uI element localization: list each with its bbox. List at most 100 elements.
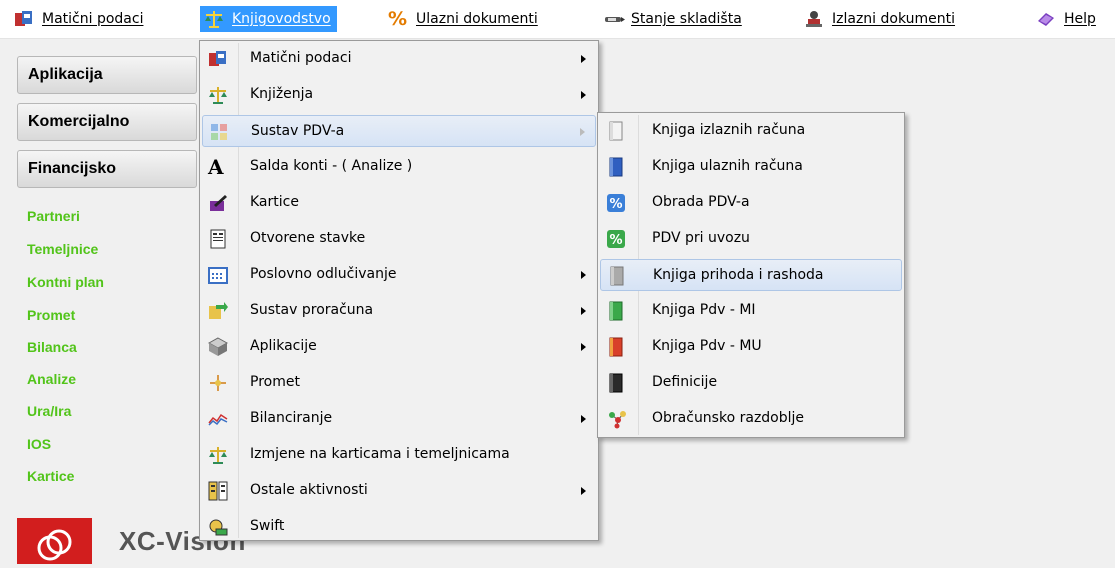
- menu-item-label: Aplikacije: [250, 338, 317, 354]
- submenu-item-pdv-pri-uvozu[interactable]: % PDV pri uvozu: [600, 223, 902, 255]
- menu-label: Izlazni dokumenti: [832, 11, 956, 27]
- menu-item-label: Bilanciranje: [250, 410, 333, 426]
- menu-bar: Matični podaci Knjigovodstvo % Ulazni do…: [0, 0, 1115, 39]
- percent-green-icon: %: [606, 229, 626, 249]
- sidebar-link-temeljnice[interactable]: Temeljnice: [27, 241, 98, 257]
- menu-label: Stanje skladišta: [631, 11, 742, 27]
- knjigovodstvo-menu: Matični podaci Knjiženja Sustav PDV-a A …: [199, 40, 599, 541]
- menu-item-ostale-aktivnosti[interactable]: Ostale aktivnosti: [202, 475, 596, 507]
- section-financijsko[interactable]: Financijsko: [17, 150, 197, 188]
- sidebar-link-kartice[interactable]: Kartice: [27, 468, 74, 484]
- sidebar-link-ios[interactable]: IOS: [27, 436, 51, 452]
- submenu-arrow-icon: [581, 55, 586, 63]
- book-red-icon: [606, 337, 626, 357]
- menu-stanje-skladista[interactable]: Stanje skladišta: [603, 6, 742, 32]
- cards-icon: [14, 9, 34, 29]
- pen-card-icon: [208, 193, 228, 213]
- menu-item-otvorene-stavke[interactable]: Otvorene stavke: [202, 223, 596, 255]
- svg-text:%: %: [609, 233, 622, 248]
- book-icon: [1036, 9, 1056, 29]
- menu-item-label: Knjiga Pdv - MI: [652, 302, 756, 318]
- submenu-item-definicije[interactable]: Definicije: [600, 367, 902, 399]
- submenu-item-knjiga-izlaznih[interactable]: Knjiga izlaznih računa: [600, 115, 902, 147]
- submenu-arrow-icon: [580, 128, 585, 136]
- menu-label: Ulazni dokumenti: [416, 11, 538, 27]
- scales-icon: [208, 445, 228, 465]
- menu-ulazni-dokumenti[interactable]: % Ulazni dokumenti: [388, 6, 538, 32]
- sidebar-link-analize[interactable]: Analize: [27, 371, 76, 387]
- submenu-arrow-icon: [581, 271, 586, 279]
- submenu-arrow-icon: [581, 487, 586, 495]
- menu-item-label: Knjiga prihoda i rashoda: [653, 267, 824, 283]
- submenu-item-obracunsko-razdoblje[interactable]: Obračunsko razdoblje: [600, 403, 902, 435]
- logo-mark: [17, 518, 92, 564]
- submenu-item-knjiga-ulaznih[interactable]: Knjiga ulaznih računa: [600, 151, 902, 183]
- menu-item-label: Promet: [250, 374, 300, 390]
- box-icon: [207, 337, 229, 357]
- menu-item-label: Knjiga Pdv - MU: [652, 338, 762, 354]
- menu-item-bilanciranje[interactable]: Bilanciranje: [202, 403, 596, 435]
- pen-icon: [603, 9, 625, 29]
- sidebar-link-promet[interactable]: Promet: [27, 307, 75, 323]
- book-grey-icon: [607, 266, 627, 286]
- svg-text:%: %: [609, 197, 622, 212]
- section-komercijalno[interactable]: Komercijalno: [17, 103, 197, 141]
- section-label: Financijsko: [28, 160, 117, 177]
- menu-item-swift[interactable]: Swift: [202, 511, 596, 543]
- book-blue-icon: [606, 157, 626, 177]
- menu-item-sustav-pdv[interactable]: Sustav PDV-a: [202, 115, 596, 147]
- section-aplikacija[interactable]: Aplikacija: [17, 56, 197, 94]
- section-label: Komercijalno: [28, 113, 130, 130]
- menu-item-label: Salda konti - ( Analize ): [250, 158, 413, 174]
- document-icon: [208, 229, 228, 249]
- menu-item-aplikacije[interactable]: Aplikacije: [202, 331, 596, 363]
- menu-item-label: Matični podaci: [250, 50, 352, 66]
- menu-item-label: Sustav proračuna: [250, 302, 374, 318]
- submenu-arrow-icon: [581, 307, 586, 315]
- scales-icon: [208, 85, 228, 105]
- menu-item-sustav-proracuna[interactable]: Sustav proračuna: [202, 295, 596, 327]
- menu-label: Matični podaci: [42, 11, 144, 27]
- sidebar-link-kontni-plan[interactable]: Kontni plan: [27, 274, 104, 290]
- submenu-item-obrada-pdv[interactable]: % Obrada PDV-a: [600, 187, 902, 219]
- grid-icon: [209, 122, 229, 142]
- molecule-icon: [606, 409, 626, 429]
- cards-icon: [208, 49, 228, 69]
- menu-item-maticni-podaci[interactable]: Matični podaci: [202, 43, 596, 75]
- submenu-arrow-icon: [581, 91, 586, 99]
- menu-item-poslovno-odlucivanje[interactable]: Poslovno odlučivanje: [202, 259, 596, 291]
- menu-item-knjizenja[interactable]: Knjiženja: [202, 79, 596, 111]
- menu-izlazni-dokumenti[interactable]: Izlazni dokumenti: [804, 6, 955, 32]
- menu-label: Knjigovodstvo: [232, 11, 331, 27]
- menu-item-label: PDV pri uvozu: [652, 230, 750, 246]
- menu-item-kartice[interactable]: Kartice: [202, 187, 596, 219]
- list-icon: [208, 481, 228, 501]
- menu-help[interactable]: Help: [1036, 6, 1096, 32]
- menu-item-label: Knjiga ulaznih računa: [652, 158, 803, 174]
- menu-item-label: Obračunsko razdoblje: [652, 410, 805, 426]
- book-white-icon: [606, 121, 626, 141]
- menu-item-label: Otvorene stavke: [250, 230, 366, 246]
- sidebar-link-partneri[interactable]: Partneri: [27, 208, 80, 224]
- submenu-item-knjiga-pdv-mu[interactable]: Knjiga Pdv - MU: [600, 331, 902, 363]
- menu-item-izmjene[interactable]: Izmjene na karticama i temeljnicama: [202, 439, 596, 471]
- sidebar-link-ura-ira[interactable]: Ura/Ira: [27, 403, 71, 419]
- menu-item-label: Ostale aktivnosti: [250, 482, 368, 498]
- arrows-icon: [208, 301, 228, 321]
- menu-item-promet[interactable]: Promet: [202, 367, 596, 399]
- section-label: Aplikacija: [28, 66, 103, 83]
- letter-a-icon: A: [208, 155, 224, 179]
- menu-item-label: Swift: [250, 518, 285, 534]
- submenu-item-knjiga-prihoda[interactable]: Knjiga prihoda i rashoda: [600, 259, 902, 291]
- percent-blue-icon: %: [606, 193, 626, 213]
- submenu-arrow-icon: [581, 343, 586, 351]
- menu-item-salda-konti[interactable]: A Salda konti - ( Analize ): [202, 151, 596, 183]
- submenu-item-knjiga-pdv-mi[interactable]: Knjiga Pdv - MI: [600, 295, 902, 327]
- sidebar-link-bilanca[interactable]: Bilanca: [27, 339, 77, 355]
- menu-label: Help: [1064, 11, 1096, 27]
- menu-maticni-podaci[interactable]: Matični podaci: [14, 6, 143, 32]
- calendar-icon: [208, 265, 228, 285]
- book-green-icon: [606, 301, 626, 321]
- menu-knjigovodstvo[interactable]: Knjigovodstvo: [200, 6, 337, 32]
- sustav-pdv-submenu: Knjiga izlaznih računa Knjiga ulaznih ra…: [597, 112, 905, 438]
